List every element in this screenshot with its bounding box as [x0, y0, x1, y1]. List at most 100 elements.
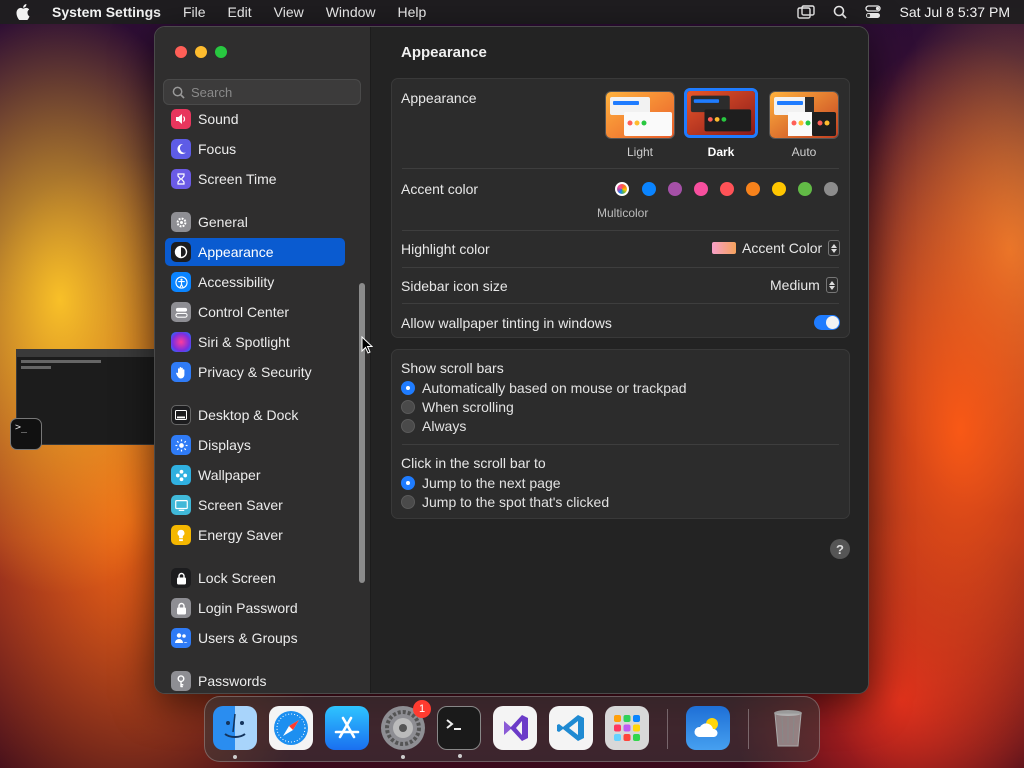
- appearance-option-dark[interactable]: [684, 88, 758, 138]
- sidebar-item-control-center[interactable]: Control Center: [165, 298, 345, 326]
- click-jump-to-spot-option[interactable]: Jump to the spot that's clicked: [401, 494, 609, 510]
- hourglass-icon: [171, 169, 191, 189]
- sidebar-item-privacy-security[interactable]: Privacy & Security: [165, 358, 345, 386]
- accent-graphite-swatch[interactable]: [824, 182, 838, 196]
- dock-visual-studio[interactable]: [493, 706, 537, 750]
- sidebar-item-label: Screen Saver: [198, 497, 283, 513]
- search-input[interactable]: [191, 84, 351, 100]
- accent-blue-swatch[interactable]: [642, 182, 656, 196]
- minimize-button[interactable]: [195, 46, 207, 58]
- sidebar-icon-size-popup[interactable]: Medium: [770, 277, 838, 293]
- zoom-button[interactable]: [215, 46, 227, 58]
- radio-selected[interactable]: [401, 381, 415, 395]
- dock-system-settings[interactable]: 1: [381, 700, 431, 759]
- appearance-dark-label: Dark: [707, 145, 735, 159]
- accent-green-swatch[interactable]: [798, 182, 812, 196]
- sidebar-icon-size-label: Sidebar icon size: [401, 278, 508, 294]
- appearance-light-label: Light: [626, 145, 654, 159]
- accent-orange-swatch[interactable]: [746, 182, 760, 196]
- terminal-mini-icon[interactable]: >_: [10, 418, 42, 450]
- menu-window[interactable]: Window: [326, 4, 376, 20]
- sidebar-item-screen-saver[interactable]: Screen Saver: [165, 491, 345, 519]
- sidebar-item-label: Desktop & Dock: [198, 407, 299, 423]
- sidebar-item-focus[interactable]: Focus: [165, 135, 345, 163]
- sidebar-item-users-groups[interactable]: Users & Groups: [165, 624, 345, 652]
- help-button[interactable]: ?: [830, 539, 850, 559]
- accent-multicolor-swatch[interactable]: [615, 182, 629, 196]
- moon-icon: [171, 139, 191, 159]
- sidebar-item-general[interactable]: General: [165, 208, 345, 236]
- appearance-label: Appearance: [401, 90, 477, 106]
- radio-selected[interactable]: [401, 476, 415, 490]
- radio-label: When scrolling: [422, 399, 514, 415]
- sidebar-item-label: General: [198, 214, 248, 230]
- dock-trash[interactable]: [766, 706, 810, 750]
- mouse-cursor-icon: [361, 336, 373, 354]
- sidebar-item-label: Control Center: [198, 304, 290, 320]
- terminal-icon: [446, 719, 461, 730]
- sidebar-item-login-password[interactable]: Login Password: [165, 594, 345, 622]
- radio-unselected[interactable]: [401, 495, 415, 509]
- sidebar-item-label: Displays: [198, 437, 251, 453]
- click-jump-next-page-option[interactable]: Jump to the next page: [401, 475, 561, 491]
- dock-weather[interactable]: [686, 706, 730, 750]
- visual-studio-icon: [504, 715, 528, 741]
- radio-label: Jump to the next page: [422, 475, 561, 491]
- sidebar-item-siri-spotlight[interactable]: Siri & Spotlight: [165, 328, 345, 356]
- close-button[interactable]: [175, 46, 187, 58]
- sidebar-item-desktop-dock[interactable]: Desktop & Dock: [165, 401, 345, 429]
- appearance-option-light[interactable]: [605, 91, 675, 139]
- sidebar-item-label: Accessibility: [198, 274, 275, 290]
- sidebar-item-accessibility[interactable]: Accessibility: [165, 268, 345, 296]
- scroll-bars-when-scrolling-option[interactable]: When scrolling: [401, 399, 514, 415]
- sidebar-item-sound[interactable]: Sound: [165, 109, 345, 133]
- sidebar-item-label: Lock Screen: [198, 570, 276, 586]
- lock-icon: [171, 568, 191, 588]
- sidebar-item-passwords[interactable]: Passwords: [165, 667, 345, 693]
- sidebar-item-displays[interactable]: Displays: [165, 431, 345, 459]
- wallpaper-tinting-toggle[interactable]: [814, 315, 840, 330]
- apple-menu-icon[interactable]: [14, 3, 32, 21]
- sidebar-item-lock-screen[interactable]: Lock Screen: [165, 564, 345, 592]
- sidebar-item-energy-saver[interactable]: Energy Saver: [165, 521, 345, 549]
- menu-view[interactable]: View: [274, 4, 304, 20]
- search-field[interactable]: [163, 79, 361, 105]
- dock-finder[interactable]: [213, 706, 257, 759]
- screen-mirroring-icon[interactable]: [797, 5, 816, 19]
- control-center-menu-icon[interactable]: [865, 5, 882, 19]
- accent-purple-swatch[interactable]: [668, 182, 682, 196]
- radio-label: Always: [422, 418, 467, 434]
- appearance-option-auto[interactable]: [769, 91, 839, 139]
- sidebar-item-appearance[interactable]: Appearance: [165, 238, 345, 266]
- dock-launchpad[interactable]: [605, 706, 649, 750]
- displays-icon: [171, 435, 191, 455]
- appearance-icon: [171, 242, 191, 262]
- safari-icon: [274, 711, 308, 745]
- menu-edit[interactable]: Edit: [228, 4, 252, 20]
- menu-help[interactable]: Help: [398, 4, 427, 20]
- dock-terminal[interactable]: [437, 706, 481, 758]
- accent-yellow-swatch[interactable]: [772, 182, 786, 196]
- dock-vscode[interactable]: [549, 706, 593, 750]
- scroll-bars-always-option[interactable]: Always: [401, 418, 466, 434]
- spotlight-search-icon[interactable]: [833, 5, 848, 19]
- sidebar-item-wallpaper[interactable]: Wallpaper: [165, 461, 345, 489]
- control-center-icon: [171, 302, 191, 322]
- scroll-bars-automatic-option[interactable]: Automatically based on mouse or trackpad: [401, 380, 687, 396]
- launchpad-icon: [614, 715, 640, 741]
- sidebar-item-screen-time[interactable]: Screen Time: [165, 165, 345, 193]
- sidebar-scrollbar[interactable]: [359, 283, 365, 583]
- key-icon: [171, 671, 191, 691]
- highlight-color-popup[interactable]: Accent Color: [712, 240, 841, 256]
- accent-pink-swatch[interactable]: [694, 182, 708, 196]
- battery-icon: [171, 525, 191, 545]
- menu-clock[interactable]: Sat Jul 8 5:37 PM: [899, 4, 1010, 20]
- dock-safari[interactable]: [269, 706, 313, 750]
- accent-red-swatch[interactable]: [720, 182, 734, 196]
- dock-app-store[interactable]: [325, 706, 369, 750]
- radio-label: Jump to the spot that's clicked: [422, 494, 610, 510]
- menu-file[interactable]: File: [183, 4, 206, 20]
- radio-unselected[interactable]: [401, 400, 415, 414]
- menu-app-name[interactable]: System Settings: [52, 4, 161, 20]
- radio-unselected[interactable]: [401, 419, 415, 433]
